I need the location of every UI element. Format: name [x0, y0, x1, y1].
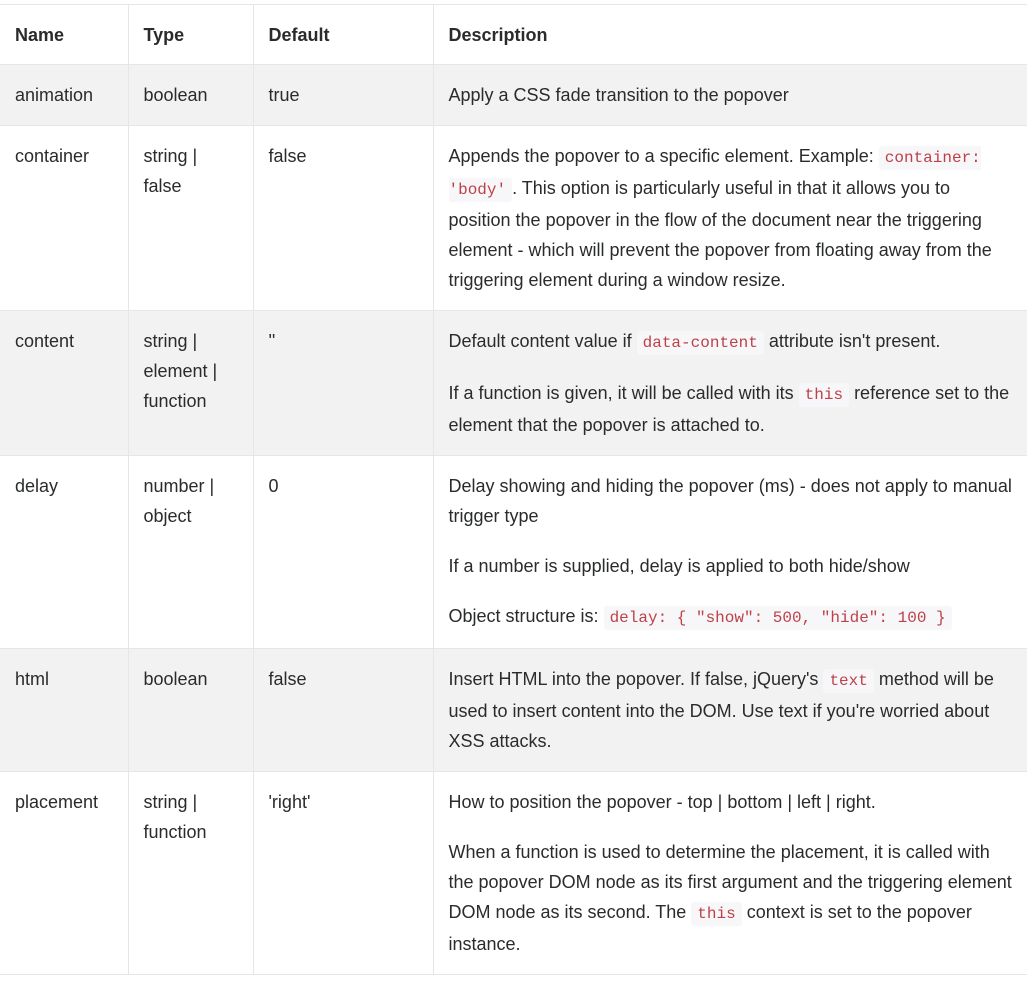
- table-row: animation boolean true Apply a CSS fade tra…: [0, 64, 1027, 126]
- header-name: Name: [0, 4, 129, 65]
- cell-description: How to position the popover - top | bott…: [432, 771, 1027, 975]
- cell-default: 0: [252, 455, 434, 649]
- table-row: placement string | function'right' How to …: [0, 771, 1027, 975]
- description-paragraph: Apply a CSS fade transition to the popov…: [449, 80, 1014, 110]
- description-text: . This option is particularly useful in …: [448, 178, 992, 290]
- description-text: Default content value if: [448, 331, 637, 351]
- description-paragraph: If a function is given, it will be calle…: [449, 378, 1014, 440]
- cell-description: Apply a CSS fade transition to the popov…: [432, 64, 1027, 126]
- cell-type: string | false: [127, 125, 254, 311]
- cell-default: true: [252, 64, 434, 126]
- header-default: Default: [252, 4, 434, 65]
- description-text: Insert HTML into the popover. If false, …: [448, 669, 824, 689]
- cell-name: animation: [0, 64, 129, 126]
- inline-code: data-content: [636, 331, 764, 355]
- cell-name: delay: [0, 455, 129, 649]
- table-body: animation boolean true Apply a CSS fade tra…: [0, 64, 1027, 975]
- description-paragraph: Delay showing and hiding the popover (ms…: [449, 471, 1014, 531]
- cell-name: placement: [0, 771, 129, 975]
- cell-name: container: [0, 125, 129, 311]
- table-row: content string | element | function '' Defa…: [0, 310, 1027, 456]
- cell-default: false: [252, 648, 434, 772]
- description-paragraph: If a number is supplied, delay is applie…: [449, 551, 1014, 581]
- description-text: Delay showing and hiding the popover (ms…: [448, 476, 1012, 526]
- cell-type: string | element | function: [127, 310, 254, 456]
- cell-name: html: [0, 648, 129, 772]
- cell-description: Default content value if data-content at…: [432, 310, 1027, 456]
- description-text: How to position the popover - top | bott…: [448, 792, 876, 812]
- header-type: Type: [127, 4, 254, 65]
- cell-type: string | function: [127, 771, 254, 975]
- description-paragraph: Object structure is: delay: { "show": 50…: [449, 601, 1014, 633]
- table-header-row: Name Type Default Description: [0, 4, 1027, 65]
- description-text: If a number is supplied, delay is applie…: [448, 556, 910, 576]
- cell-description: Appends the popover to a specific elemen…: [432, 125, 1027, 311]
- cell-type: boolean: [127, 648, 254, 772]
- table-row: delay number | object 0 Delay showing and h…: [0, 455, 1027, 649]
- cell-description: Delay showing and hiding the popover (ms…: [432, 455, 1027, 649]
- cell-type: boolean: [127, 64, 254, 126]
- cell-default: '': [252, 310, 434, 456]
- description-text: Apply a CSS fade transition to the popov…: [448, 85, 789, 105]
- popover-options-table: Name Type Default Description animation b…: [0, 4, 1027, 975]
- inline-code: this: [691, 902, 742, 926]
- cell-name: content: [0, 310, 129, 456]
- description-paragraph: Insert HTML into the popover. If false, …: [449, 664, 1014, 756]
- inline-code: this: [798, 383, 850, 407]
- description-text: Object structure is:: [448, 606, 604, 626]
- description-paragraph: Default content value if data-content at…: [449, 326, 1014, 358]
- description-text: attribute isn't present.: [763, 331, 941, 351]
- inline-code: delay: { "show": 500, "hide": 100 }: [603, 606, 952, 630]
- description-paragraph: How to position the popover - top | bott…: [449, 787, 1014, 817]
- header-description: Description: [432, 4, 1027, 65]
- description-text: Appends the popover to a specific elemen…: [448, 146, 879, 166]
- table-row: container string | false false Appends the …: [0, 125, 1027, 311]
- cell-default: 'right': [252, 771, 434, 975]
- description-text: If a function is given, it will be calle…: [448, 383, 799, 403]
- table-row: html boolean false Insert HTML into the pop…: [0, 648, 1027, 772]
- cell-default: false: [252, 125, 434, 311]
- description-paragraph: When a function is used to determine the…: [449, 837, 1014, 959]
- cell-description: Insert HTML into the popover. If false, …: [432, 648, 1027, 772]
- description-paragraph: Appends the popover to a specific elemen…: [448, 141, 1014, 295]
- cell-type: number | object: [127, 455, 254, 649]
- inline-code: text: [823, 669, 874, 693]
